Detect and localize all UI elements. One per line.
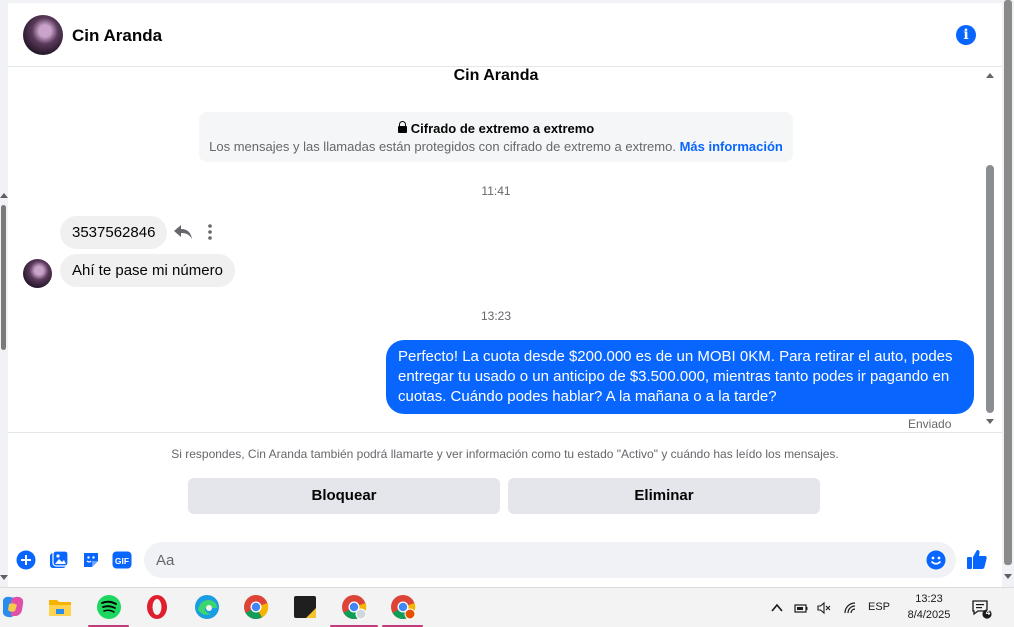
page-scrollbar[interactable] <box>1004 0 1012 565</box>
windows-taskbar: ESP 13:23 8/4/2025 4 <box>0 587 1014 627</box>
block-button[interactable]: Bloquear <box>188 478 500 514</box>
volume-muted-icon[interactable] <box>817 601 831 615</box>
scrollbar-thumb[interactable] <box>986 165 994 413</box>
chevron-up-icon[interactable] <box>770 601 784 615</box>
lock-icon <box>397 121 407 133</box>
divider <box>8 432 1002 433</box>
reply-icon[interactable] <box>173 224 193 240</box>
message-thread: Cin Aranda Cifrado de extremo a extremo … <box>8 67 1002 431</box>
photo-icon[interactable] <box>49 550 69 570</box>
copilot-icon[interactable] <box>0 594 26 620</box>
opera-icon[interactable] <box>144 594 170 620</box>
left-scrollbar[interactable] <box>1 205 6 350</box>
wifi-icon[interactable] <box>843 601 857 615</box>
emoji-icon[interactable] <box>926 550 946 570</box>
conversation-header: Cin Aranda i <box>8 3 1002 67</box>
privacy-notice: Si respondes, Cin Aranda también podrá l… <box>171 447 839 461</box>
avatar[interactable] <box>23 15 63 55</box>
clock[interactable]: 13:23 8/4/2025 <box>896 591 962 623</box>
contact-name[interactable]: Cin Aranda <box>72 26 162 46</box>
plus-icon[interactable] <box>16 550 36 570</box>
edge-icon[interactable] <box>194 594 220 620</box>
sent-status: Enviado <box>908 417 952 431</box>
incoming-message[interactable]: 3537562846 <box>60 216 168 249</box>
like-icon[interactable] <box>966 548 988 570</box>
timestamp: 11:41 <box>481 184 511 198</box>
avatar[interactable] <box>23 259 52 288</box>
message-input[interactable] <box>156 550 916 570</box>
scroll-up-arrow[interactable] <box>0 193 8 198</box>
message-composer <box>144 542 956 578</box>
incoming-message[interactable]: Ahí te pase mi número <box>60 254 235 287</box>
scroll-down-arrow[interactable] <box>0 575 8 580</box>
input-language[interactable]: ESP <box>868 601 890 613</box>
messenger-window: Cin Aranda i Cin Aranda Cifrado de extre… <box>8 0 1002 587</box>
more-info-link[interactable]: Más información <box>680 139 783 154</box>
timestamp: 13:23 <box>480 309 512 323</box>
sticker-icon[interactable] <box>81 550 101 570</box>
scroll-up-arrow[interactable] <box>986 73 994 78</box>
battery-icon[interactable] <box>794 601 808 615</box>
gif-icon[interactable]: GIF <box>112 550 132 570</box>
svg-text:GIF: GIF <box>115 556 129 566</box>
notification-count: 4 <box>985 608 991 617</box>
clock-date: 8/4/2025 <box>907 609 951 621</box>
file-explorer-icon[interactable] <box>47 594 73 620</box>
spotify-icon[interactable] <box>96 594 122 620</box>
page-scroll-down-arrow[interactable] <box>1004 574 1012 579</box>
more-options-icon[interactable] <box>207 223 213 241</box>
info-icon[interactable]: i <box>956 25 976 45</box>
right-window-edge <box>1002 0 1014 587</box>
sticky-notes-icon[interactable] <box>292 594 318 620</box>
delete-button[interactable]: Eliminar <box>508 478 820 514</box>
scroll-down-arrow[interactable] <box>986 419 994 424</box>
clock-time: 13:23 <box>915 593 943 605</box>
encryption-title: Cifrado de extremo a extremo <box>199 121 793 136</box>
encryption-notice: Cifrado de extremo a extremo Los mensaje… <box>199 112 793 162</box>
chrome-profile-2-icon[interactable] <box>390 594 416 620</box>
thread-scrollbar[interactable] <box>984 67 996 431</box>
thread-title: Cin Aranda <box>453 67 539 84</box>
chrome-profile-icon[interactable] <box>341 594 367 620</box>
outgoing-message[interactable]: Perfecto! La cuota desde $200.000 es de … <box>386 340 974 414</box>
chrome-icon[interactable] <box>243 594 269 620</box>
left-window-edge <box>0 0 8 587</box>
encryption-text: Los mensajes y las llamadas están proteg… <box>209 139 676 154</box>
